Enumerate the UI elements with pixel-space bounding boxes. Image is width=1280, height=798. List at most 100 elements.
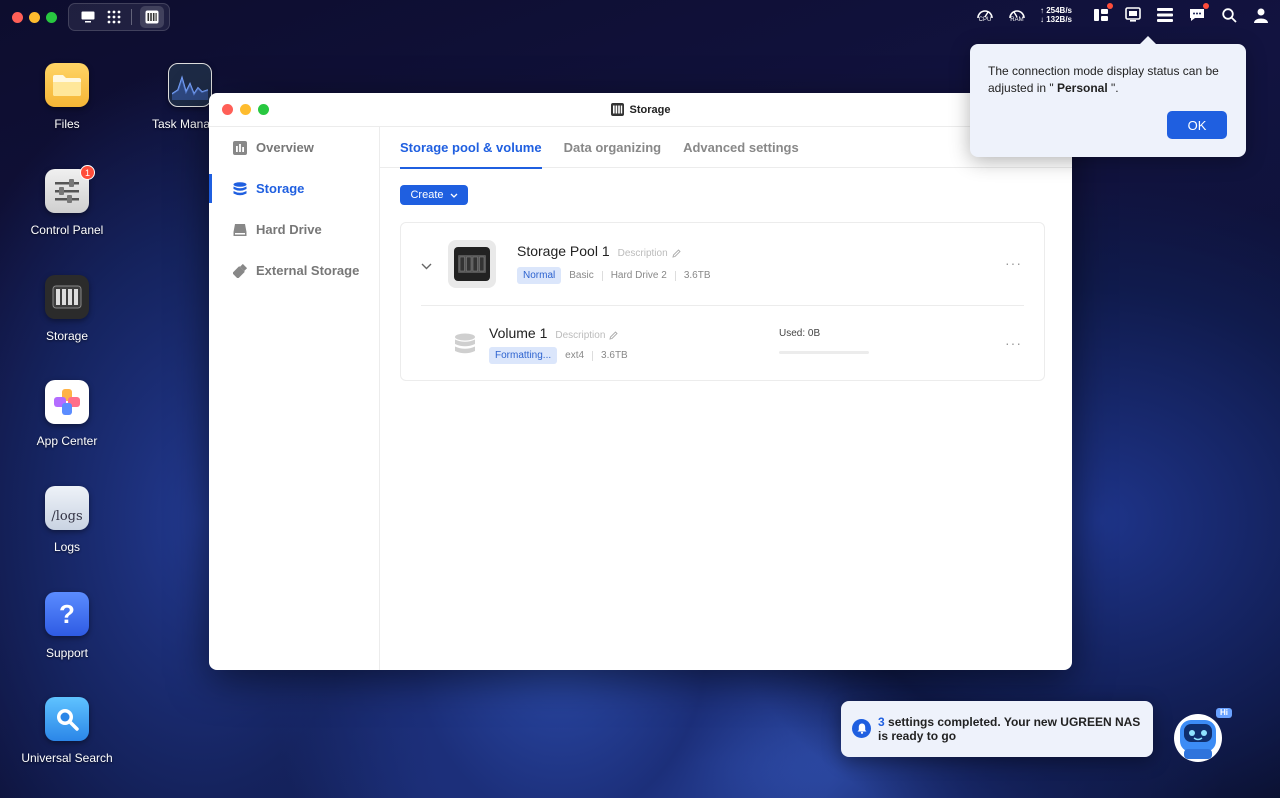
popover-message: The connection mode display status can b… [988,63,1228,97]
desktop-app-label: Control Panel [30,223,104,237]
desktop-app-label: Universal Search [21,751,113,765]
help-icon: ? [45,592,89,636]
widgets-badge [1107,3,1113,9]
network-up: ↑ 254B/s [1039,6,1072,15]
sidebar-item-hard-drive[interactable]: Hard Drive [209,209,379,250]
volume-meta: Formatting... ext4 3.6TB [489,347,628,364]
sidebar-item-storage[interactable]: Storage [209,168,379,209]
main-content: Storage pool & volume Data organizing Ad… [380,127,1072,670]
tab-advanced-settings[interactable]: Advanced settings [683,127,799,168]
network-down-value: 132B/s [1046,15,1072,24]
volume-used-text: Used: 0B [779,328,821,339]
desktop-app-logs[interactable]: /logs Logs [7,486,127,554]
app-grid-icon[interactable] [105,8,123,26]
messages-icon[interactable] [1188,3,1209,24]
control-panel-badge: 1 [80,165,95,180]
user-icon[interactable] [1252,6,1270,24]
assistant-mascot[interactable]: Hi [1170,704,1232,764]
tab-storage-pool-volume[interactable]: Storage pool & volume [400,127,542,169]
sidebar: Overview Storage Hard Drive External Sto… [209,127,380,670]
network-down: ↓ 132B/s [1039,15,1072,24]
help-icon-text: ? [59,598,75,629]
sidebar-item-label: Overview [256,140,314,155]
maximize-dot[interactable] [46,12,57,23]
divider [421,305,1024,306]
mascot-greeting: Hi [1220,708,1228,717]
sidebar-item-label: Storage [256,181,305,196]
storage-pool-raid: Basic [569,270,594,281]
expand-chevron-icon[interactable] [421,257,432,275]
desktop-app-support[interactable]: ? Support [7,592,127,660]
traffic-lights [12,12,57,23]
widgets-icon[interactable] [1092,3,1113,24]
cpu-gauge[interactable]: CPU [976,7,994,23]
taskbar-group [68,3,170,31]
volume-status-badge: Formatting... [489,347,558,364]
volume-size: 3.6TB [601,350,628,361]
volume-name: Volume 1 [489,325,548,341]
activity-chart-icon [168,63,212,107]
storage-title-icon [610,103,624,116]
storage-pool-description-text: Description [617,248,668,259]
close-dot[interactable] [12,12,23,23]
create-button-label: Create [410,189,444,201]
desktop-app-universal-search[interactable]: Universal Search [7,697,127,765]
volume-description[interactable]: Description [555,330,619,341]
sidebar-item-label: External Storage [256,263,360,278]
sidebar-item-overview[interactable]: Overview [209,127,379,168]
chevron-down-icon [450,193,457,198]
storage-task-icon[interactable] [140,6,164,28]
ok-button[interactable]: OK [1167,111,1227,139]
window-close-button[interactable] [222,104,233,115]
messages-badge [1203,3,1209,9]
network-speed[interactable]: ↑ 254B/s ↓ 132B/s [1040,6,1072,24]
desktop-app-control-panel[interactable]: 1 Control Panel [7,165,127,237]
database-icon [233,181,247,195]
notification-text: 3 settings completed. Your new UGREEN NA… [878,715,1148,743]
meta-divider [601,270,603,281]
setup-notification[interactable]: 3 settings completed. Your new UGREEN NA… [841,701,1153,757]
connection-mode-popover: The connection mode display status can b… [970,36,1246,157]
storage-pool-description[interactable]: Description [618,248,681,259]
storage-pool-more-button[interactable]: ··· [1005,255,1022,271]
universal-search-icon [45,697,89,741]
notification-count: 3 [878,715,885,729]
window-minimize-button[interactable] [240,104,251,115]
system-tray: CPU RAM ↑ 254B/s ↓ 132B/s [976,3,1270,24]
ram-gauge[interactable]: RAM [1008,7,1026,23]
usb-drive-icon [233,263,247,278]
storage-pool-size: 3.6TB [683,270,711,281]
storage-pool-icon [448,240,496,288]
logs-icon: /logs [45,486,89,530]
tab-data-organizing[interactable]: Data organizing [564,127,662,168]
window-controls [222,104,269,115]
storage-pool-name: Storage Pool 1 [517,243,610,259]
create-button[interactable]: Create [400,185,468,205]
task-list-icon[interactable] [1156,6,1174,24]
volume-more-button[interactable]: ··· [1005,335,1022,351]
desktop-icon[interactable] [79,8,97,26]
desktop-app-files[interactable]: Files [7,63,127,131]
desktop-app-label: App Center [36,434,98,448]
volume-usage-bar [779,351,869,354]
search-icon[interactable] [1220,6,1238,24]
top-bar: CPU RAM ↑ 254B/s ↓ 132B/s [0,0,1280,34]
tab-bar: Storage pool & volume Data organizing Ad… [380,127,1072,169]
storage-pool-meta: Normal Basic Hard Drive 2 3.6TB [517,267,711,284]
notification-message: settings completed. Your new UGREEN NAS … [878,715,1141,743]
folder-icon [45,63,89,107]
desktop-app-storage[interactable]: Storage [7,275,127,343]
connection-mode-icon[interactable] [1124,6,1142,24]
desktop-app-label: Support [45,646,89,660]
window-maximize-button[interactable] [258,104,269,115]
minimize-dot[interactable] [29,12,40,23]
cpu-label: CPU [978,17,992,23]
sidebar-item-external-storage[interactable]: External Storage [209,250,379,291]
popover-message-bold: Personal [1053,81,1111,95]
window-title-text: Storage [629,103,671,116]
desktop-app-app-center[interactable]: App Center [7,380,127,448]
meta-divider [674,270,676,281]
desktop-app-label: Storage [45,329,89,343]
window-titlebar[interactable]: Storage [209,93,1072,127]
storage-pool-header: Storage Pool 1 Description [517,243,681,259]
